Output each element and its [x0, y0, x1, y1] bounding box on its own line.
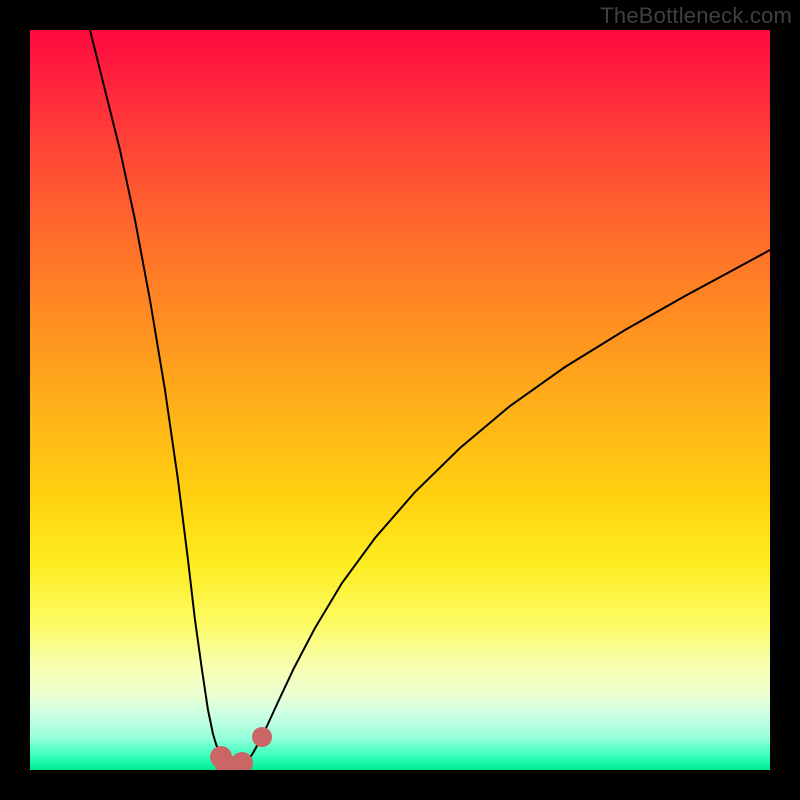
marker-5	[252, 727, 272, 747]
bottleneck-curve	[90, 30, 770, 768]
curve-svg	[30, 30, 770, 770]
plot-area	[30, 30, 770, 770]
outer-frame: TheBottleneck.com	[0, 0, 800, 800]
marker-4	[231, 752, 253, 770]
watermark-text: TheBottleneck.com	[600, 3, 792, 29]
